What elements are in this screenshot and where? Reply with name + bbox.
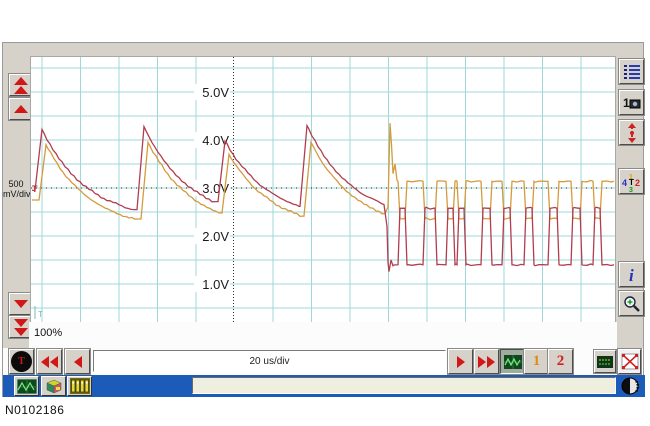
svg-text:5.0V: 5.0V <box>202 85 229 100</box>
zoom-percent-label: 100% <box>34 327 62 339</box>
svg-text:1: 1 <box>623 96 630 110</box>
screen-icon <box>597 356 613 368</box>
channel-select-button[interactable]: 1 4 T 2 3 <box>619 169 644 194</box>
screen-capture-button[interactable] <box>594 350 616 373</box>
figure-id-label: N0102186 <box>5 403 64 417</box>
timebase-field[interactable]: 20 us/div <box>93 350 446 372</box>
up-arrow-icon <box>14 105 28 113</box>
snapshot-button[interactable]: 1 <box>619 90 644 115</box>
trigger-settings-button[interactable] <box>619 120 644 145</box>
double-up-arrow-icon <box>14 77 28 94</box>
snapshot-icon: 1 <box>622 95 641 110</box>
double-down-arrow-icon <box>14 319 28 336</box>
taskbar-books-app-button[interactable] <box>67 376 92 396</box>
data-list-button[interactable] <box>619 59 644 84</box>
trigger-mode-button[interactable]: T <box>9 349 34 374</box>
volts-per-div-value: 500 <box>3 179 29 189</box>
channel-1-label: 1 <box>533 353 541 370</box>
volts-per-div-label: 500 mV/div <box>3 179 29 199</box>
close-scope-button[interactable] <box>618 349 641 374</box>
svg-text:2.0V: 2.0V <box>202 229 229 244</box>
left-arrow-icon <box>74 356 82 368</box>
rewind-button[interactable] <box>37 349 62 374</box>
info-icon: i <box>624 266 640 284</box>
svg-text:1.0V: 1.0V <box>202 277 229 292</box>
taskbar-toolbox-app-button[interactable] <box>41 376 66 396</box>
books-app-icon <box>70 378 90 394</box>
down-arrow-icon <box>14 300 28 308</box>
svg-text:T: T <box>38 310 43 319</box>
list-icon <box>623 64 641 80</box>
zoom-button[interactable] <box>619 291 644 316</box>
scope-app-icon <box>17 379 37 394</box>
right-arrow-icon <box>457 356 465 368</box>
channel-1-button[interactable]: 1 <box>524 349 549 374</box>
fast-forward-button[interactable] <box>474 349 499 374</box>
toolbox-app-icon <box>44 378 64 394</box>
double-right-arrow-icon <box>478 356 495 368</box>
contrast-icon <box>621 377 641 395</box>
svg-text:4: 4 <box>622 178 627 188</box>
magnifier-plus-icon <box>623 295 641 313</box>
below-plot-strip <box>29 322 617 348</box>
timebase-label: 20 us/div <box>249 356 289 367</box>
trigger-line-icon <box>623 123 641 143</box>
svg-text:T: T <box>629 178 634 187</box>
svg-text:i: i <box>629 266 634 284</box>
volts-per-div-unit: mV/div <box>3 189 29 199</box>
step-back-button[interactable] <box>65 349 90 374</box>
scope-waveform-svg: 5.0V4.0V3.0V2.0V1.0VTT <box>31 57 615 323</box>
svg-text:3: 3 <box>629 187 633 192</box>
svg-text:2: 2 <box>635 178 640 188</box>
trigger-t-icon: T <box>11 351 32 372</box>
channel-2-button[interactable]: 2 <box>548 349 573 374</box>
live-scope-button[interactable] <box>500 349 525 374</box>
taskbar-status-area <box>192 377 616 394</box>
step-forward-button[interactable] <box>448 349 473 374</box>
taskbar-scope-app-button[interactable] <box>14 376 39 396</box>
info-button[interactable]: i <box>619 262 644 287</box>
screenshot-page: { "window": { "figure_id": "N0102186" },… <box>0 0 650 426</box>
scope-display[interactable]: 5.0V4.0V3.0V2.0V1.0VTT <box>30 56 616 324</box>
channel-2-label: 2 <box>557 353 565 370</box>
oscilloscope-window: 500 mV/div 5.0V4.0V3.0V2.0V1.0VTT 100% T… <box>2 42 644 397</box>
channel-select-icon: 1 4 T 2 3 <box>622 172 642 192</box>
double-left-arrow-icon <box>41 356 58 368</box>
scope-screen-icon <box>504 355 522 369</box>
close-x-icon <box>621 353 639 370</box>
contrast-toggle-button[interactable] <box>620 376 642 396</box>
application-taskbar <box>3 375 645 397</box>
